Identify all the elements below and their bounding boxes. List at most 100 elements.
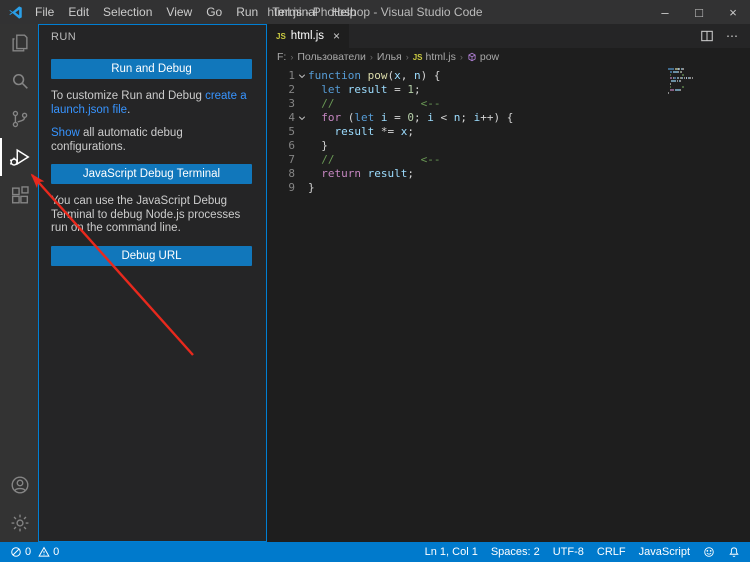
chevron-right-icon: › [290,52,293,62]
breadcrumb: F: › Пользователи › Илья › JShtml.js › p… [267,48,750,66]
code-token: *= [381,125,394,138]
code-text: // <-- [308,153,440,167]
code-token [407,69,414,82]
line-number: 1 [267,69,295,83]
source-control-icon[interactable] [0,100,38,138]
code-line[interactable]: 3 // <-- [267,97,750,111]
code-token [308,97,321,110]
notifications-bell-icon[interactable] [728,546,740,558]
eol-status[interactable]: CRLF [597,546,626,558]
menu-help[interactable]: Help [325,5,364,19]
breadcrumb-users[interactable]: Пользователи [297,51,366,63]
tab-close-icon[interactable]: × [333,29,340,43]
menu-view[interactable]: View [159,5,199,19]
code-token: function [308,69,361,82]
status-bar: 0 0 Ln 1, Col 1 Spaces: 2 UTF-8 CRLF Jav… [0,542,750,562]
chevron-right-icon: › [406,52,409,62]
indentation-status[interactable]: Spaces: 2 [491,546,540,558]
code-token: ; [407,167,414,180]
code-line[interactable]: 8 return result; [267,167,750,181]
activity-bar [0,24,38,542]
breadcrumb-symbol-pow[interactable]: pow [467,51,499,63]
code-token: i [381,111,388,124]
menu-terminal[interactable]: Terminal [265,5,324,19]
encoding-status[interactable]: UTF-8 [553,546,584,558]
code-token: n [414,69,421,82]
language-mode[interactable]: JavaScript [639,546,690,558]
more-actions-icon[interactable]: ⋯ [726,29,738,43]
code-line[interactable]: 5 result *= x; [267,125,750,139]
code-token: ; [460,111,467,124]
code-token [374,125,381,138]
maximize-button[interactable]: □ [682,0,716,24]
error-count: 0 [25,546,31,558]
code-token [341,111,348,124]
code-token [427,69,434,82]
code-token [335,97,421,110]
cursor-position[interactable]: Ln 1, Col 1 [425,546,478,558]
chevron-right-icon: › [460,52,463,62]
code-text: return result; [308,167,414,181]
code-token: result [348,83,388,96]
split-editor-icon[interactable] [700,29,714,43]
fold-chevron-icon[interactable] [295,69,308,83]
code-editor[interactable]: 1function pow(x, n) {2 let result = 1;3 … [267,66,750,542]
extensions-icon[interactable] [0,176,38,214]
code-text: function pow(x, n) { [308,69,440,83]
line-number: 6 [267,139,295,153]
code-token: ++ [480,111,493,124]
sidebar-body: Run and Debug To customize Run and Debug… [39,49,266,277]
js-debug-terminal-button[interactable]: JavaScript Debug Terminal [51,164,252,184]
fold-spacer [295,139,308,153]
code-token [308,139,321,152]
show-configurations-link[interactable]: Show [51,127,80,139]
code-token: // [321,97,334,110]
sidebar-title: RUN [39,25,266,49]
run-and-debug-button[interactable]: Run and Debug [51,59,252,79]
editor-area: JS html.js × ⋯ F: › Пользователи › Илья … [267,24,750,542]
tab-htmljs[interactable]: JS html.js × [267,24,349,48]
code-token [447,111,454,124]
fold-spacer [295,181,308,195]
code-token [308,167,321,180]
code-line[interactable]: 9} [267,181,750,195]
customize-text-suffix: . [127,104,130,116]
account-icon[interactable] [0,466,38,504]
js-file-icon: JS [276,32,286,41]
minimize-button[interactable]: – [648,0,682,24]
code-text: let result = 1; [308,83,421,97]
debug-url-button[interactable]: Debug URL [51,246,252,266]
fold-chevron-icon[interactable] [295,111,308,125]
menu-go[interactable]: Go [199,5,229,19]
code-line[interactable]: 4 for (let i = 0; i < n; i++) { [267,111,750,125]
run-and-debug-icon[interactable] [0,138,38,176]
menu-run[interactable]: Run [229,5,265,19]
code-token: { [434,69,441,82]
menu-file[interactable]: File [28,5,61,19]
feedback-smiley-icon[interactable] [703,546,715,558]
code-text: // <-- [308,97,440,111]
search-icon[interactable] [0,62,38,100]
problems-status[interactable]: 0 0 [10,546,59,558]
code-token: result [335,125,375,138]
breadcrumb-file[interactable]: JShtml.js [413,51,456,63]
code-line[interactable]: 6 } [267,139,750,153]
settings-gear-icon[interactable] [0,504,38,542]
code-text: } [308,181,315,195]
code-token [434,111,441,124]
code-token: = [394,83,401,96]
breadcrumb-drive[interactable]: F: [277,51,286,63]
close-button[interactable]: × [716,0,750,24]
breadcrumb-ilya[interactable]: Илья [377,51,402,63]
menu-edit[interactable]: Edit [61,5,96,19]
fold-spacer [295,83,308,97]
code-token [341,83,348,96]
explorer-icon[interactable] [0,24,38,62]
code-line[interactable]: 7 // <-- [267,153,750,167]
warning-count: 0 [53,546,59,558]
line-number: 7 [267,153,295,167]
minimap-line [668,92,712,95]
minimap[interactable] [668,68,712,95]
fold-spacer [295,167,308,181]
menu-selection[interactable]: Selection [96,5,159,19]
